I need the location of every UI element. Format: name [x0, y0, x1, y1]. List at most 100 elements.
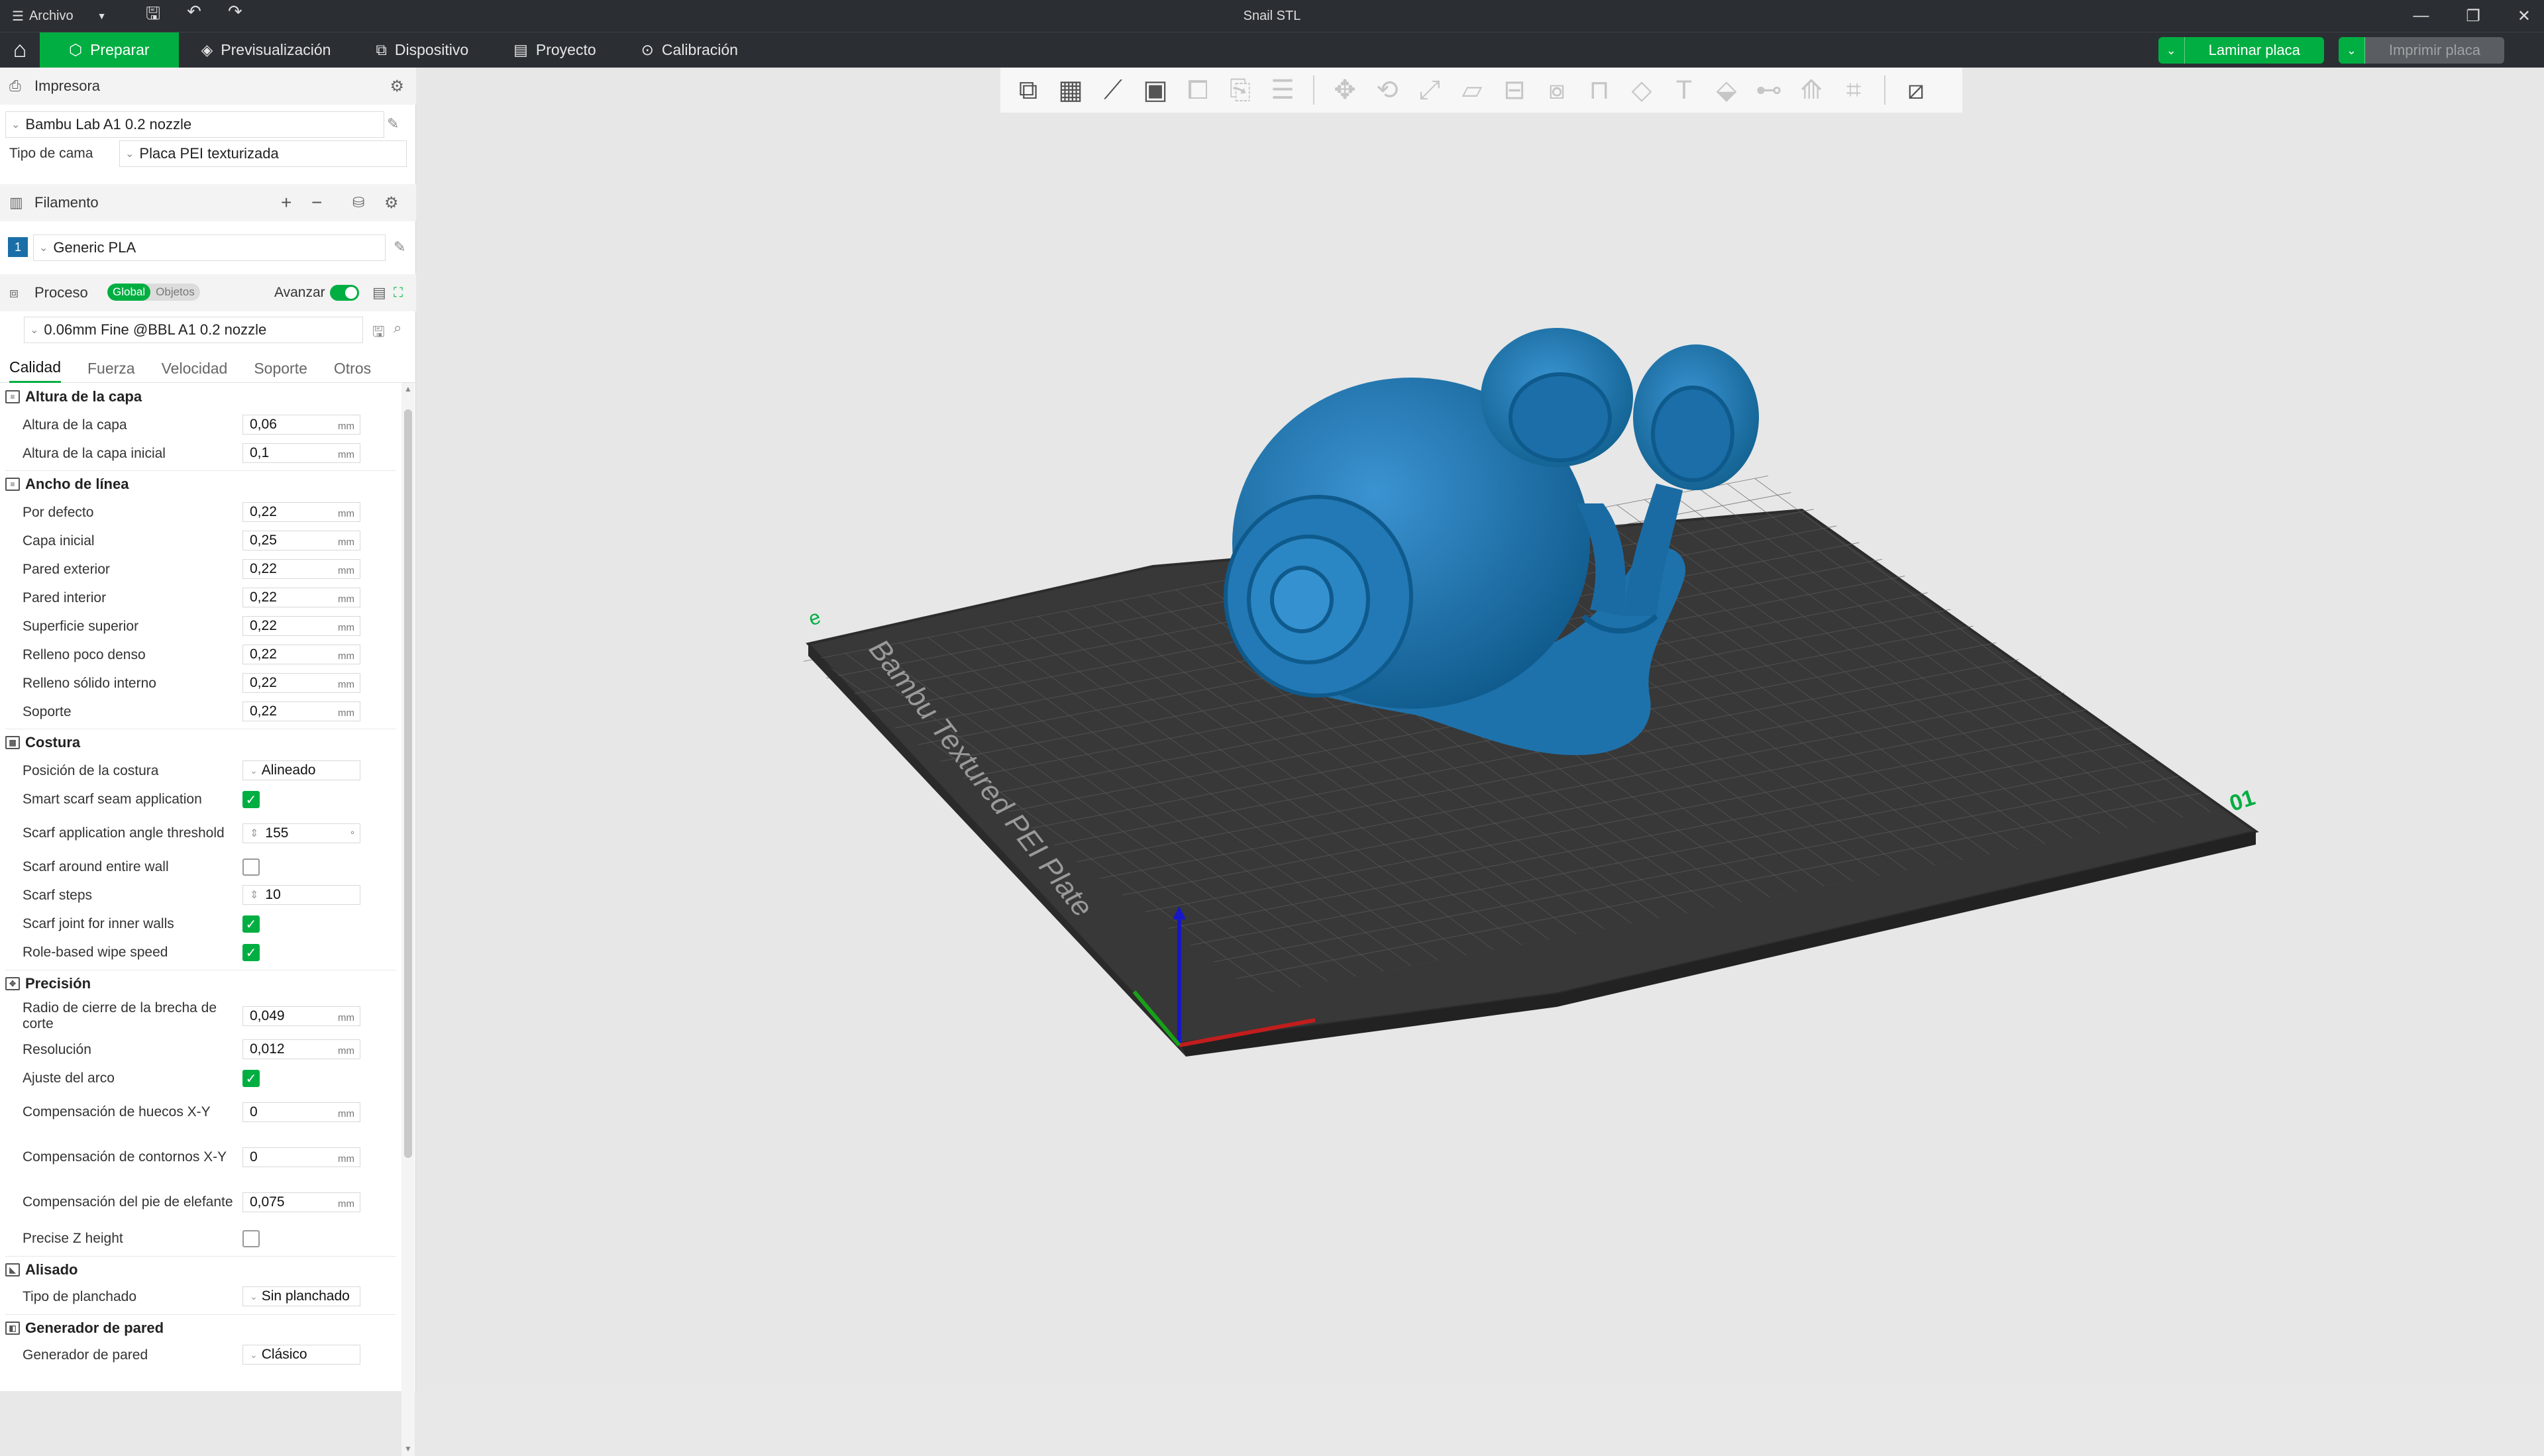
- 3d-viewport[interactable]: Bambu Textured PEI Plate 01 e: [417, 68, 2544, 1391]
- assembly-icon[interactable]: ⟰: [1790, 69, 1832, 111]
- chevron-down-icon[interactable]: ⌄: [2338, 37, 2365, 64]
- tab-proyecto[interactable]: ▤ Proyecto: [491, 32, 619, 68]
- gear-icon[interactable]: ⚙: [390, 77, 404, 96]
- slice-gap-input[interactable]: 0,049 mm: [242, 1006, 360, 1026]
- scope-toggle[interactable]: Global Objetos: [107, 284, 200, 301]
- add-plate-icon[interactable]: ▦: [1049, 69, 1092, 111]
- resolution-input[interactable]: 0,012 mm: [242, 1039, 360, 1059]
- boolean-icon[interactable]: ⧇: [1536, 69, 1578, 111]
- tab-otros[interactable]: Otros: [334, 354, 371, 383]
- elephant-foot-input[interactable]: 0,075 mm: [242, 1192, 360, 1212]
- chevron-up-icon[interactable]: ▲: [404, 384, 412, 393]
- undo-icon[interactable]: ↶: [187, 1, 201, 30]
- lay-on-face-icon[interactable]: ⏥: [1451, 69, 1493, 111]
- edit-icon[interactable]: ✎: [387, 115, 399, 132]
- redo-icon[interactable]: ↷: [228, 1, 242, 30]
- toggle-global[interactable]: Global: [107, 284, 151, 301]
- seam-paint-icon[interactable]: ◇: [1620, 69, 1663, 111]
- bed-type-select[interactable]: ⌄ Placa PEI texturizada: [119, 140, 407, 167]
- advanced-toggle[interactable]: [330, 285, 359, 301]
- scale-icon[interactable]: ⤢: [1408, 69, 1451, 111]
- scarf-inner-walls-checkbox[interactable]: ✓: [242, 915, 260, 933]
- tab-velocidad[interactable]: Velocidad: [162, 354, 228, 383]
- sidebar-scrollbar[interactable]: ▲ ▼: [401, 383, 415, 1456]
- layers-editor-icon[interactable]: ☰: [1261, 69, 1304, 111]
- measure-icon[interactable]: ⊷: [1748, 69, 1790, 111]
- tab-dispositivo[interactable]: ⧉ Dispositivo: [353, 32, 491, 68]
- search-icon[interactable]: ⌕: [394, 319, 401, 337]
- filament-slot-badge[interactable]: 1: [8, 237, 28, 257]
- line-width-solid-input[interactable]: 0,22 mm: [242, 673, 360, 693]
- spinner-icon[interactable]: ⇕: [250, 888, 258, 902]
- chevron-down-icon: ⌄: [125, 148, 134, 160]
- line-width-outer-input[interactable]: 0,22 mm: [242, 559, 360, 579]
- tab-calibracion[interactable]: ⊙ Calibración: [619, 32, 761, 68]
- close-icon[interactable]: ✕: [2518, 7, 2531, 26]
- tab-calidad[interactable]: Calidad: [9, 354, 61, 383]
- paste-icon[interactable]: ⎘: [1219, 69, 1261, 111]
- gear-icon[interactable]: ⚙: [384, 193, 399, 213]
- wall-generator-select[interactable]: ⌄ Clásico: [242, 1345, 360, 1365]
- line-width-default-input[interactable]: 0,22 mm: [242, 502, 360, 522]
- filament-select[interactable]: ⌄ Generic PLA: [33, 234, 386, 261]
- scarf-steps-input[interactable]: ⇕ 10: [242, 885, 360, 905]
- line-width-initial-input[interactable]: 0,25 mm: [242, 531, 360, 550]
- line-width-sparse-input[interactable]: 0,22 mm: [242, 645, 360, 664]
- printer-select[interactable]: ⌄ Bambu Lab A1 0.2 nozzle: [5, 111, 384, 138]
- scarf-entire-wall-checkbox[interactable]: [242, 858, 260, 876]
- ironing-type-select[interactable]: ⌄ Sin planchado: [242, 1286, 360, 1306]
- param-label: Relleno poco denso: [23, 647, 146, 662]
- scrollbar-thumb[interactable]: [404, 409, 412, 1158]
- add-icon[interactable]: +: [281, 192, 292, 213]
- chevron-down-icon[interactable]: ⌄: [2158, 37, 2185, 64]
- support-paint-icon[interactable]: ⊓: [1578, 69, 1620, 111]
- initial-layer-height-input[interactable]: 0,1 mm: [242, 443, 360, 463]
- chevron-down-icon[interactable]: ▼: [404, 1444, 412, 1453]
- edit-icon[interactable]: ✎: [394, 238, 405, 256]
- minimize-icon[interactable]: —: [2413, 7, 2429, 25]
- add-object-icon[interactable]: ⧉: [1007, 69, 1049, 111]
- auto-orient-icon[interactable]: ⟋: [1092, 69, 1134, 111]
- file-menu[interactable]: ☰ Archivo ▼: [0, 8, 126, 25]
- smart-scarf-checkbox[interactable]: ✓: [242, 791, 260, 808]
- remove-icon[interactable]: −: [311, 192, 322, 213]
- tab-preparar[interactable]: ⬡ Preparar: [40, 32, 179, 68]
- sync-icon[interactable]: ⛁: [352, 194, 364, 211]
- layer-height-input[interactable]: 0,06 mm: [242, 415, 360, 435]
- arc-fitting-checkbox[interactable]: ✓: [242, 1070, 260, 1087]
- process-preset-select[interactable]: ⌄ 0.06mm Fine @BBL A1 0.2 nozzle: [24, 317, 363, 343]
- split-objects-icon[interactable]: ⧄: [1895, 69, 1937, 111]
- restore-icon[interactable]: ❐: [2466, 7, 2480, 26]
- rotate-icon[interactable]: ⟲: [1366, 69, 1408, 111]
- precise-z-checkbox[interactable]: [242, 1230, 260, 1247]
- tab-fuerza[interactable]: Fuerza: [87, 354, 135, 383]
- compare-icon[interactable]: ▤: [372, 284, 386, 301]
- spinner-icon[interactable]: ⇕: [250, 827, 258, 840]
- tab-soporte[interactable]: Soporte: [254, 354, 307, 383]
- save-icon[interactable]: 🖫: [146, 1, 160, 30]
- save-icon[interactable]: 🖫: [372, 321, 385, 346]
- line-width-inner-input[interactable]: 0,22 mm: [242, 588, 360, 607]
- slice-plate-button[interactable]: ⌄ Laminar placa: [2158, 37, 2324, 64]
- param-row: Pared exterior 0,22 mm: [23, 556, 394, 583]
- text-icon[interactable]: T: [1663, 69, 1705, 111]
- print-plate-button[interactable]: ⌄ Imprimir placa: [2338, 37, 2504, 64]
- cut-icon[interactable]: ⊟: [1493, 69, 1536, 111]
- xy-contour-input[interactable]: 0 mm: [242, 1147, 360, 1167]
- copy-icon[interactable]: ⧠: [1177, 69, 1219, 111]
- tab-previsualizacion[interactable]: ◈ Previsualización: [179, 32, 354, 68]
- xy-hole-input[interactable]: 0 mm: [242, 1102, 360, 1122]
- split-icon[interactable]: ⛶: [394, 286, 403, 301]
- home-icon[interactable]: ⌂: [0, 32, 40, 68]
- scarf-angle-input[interactable]: ⇕ 155 °: [242, 823, 360, 843]
- seam-position-select[interactable]: ⌄ Alineado: [242, 760, 360, 780]
- viewport-toolbar: ⧉ ▦ ⟋ ▣ ⧠ ⎘ ☰ ✥ ⟲ ⤢ ⏥ ⊟ ⧇ ⊓ ◇ T ⬙ ⊷ ⟰ ⌗ …: [1000, 68, 1962, 113]
- bounding-box-icon[interactable]: ⌗: [1832, 69, 1875, 111]
- line-width-top-input[interactable]: 0,22 mm: [242, 616, 360, 636]
- color-paint-icon[interactable]: ⬙: [1705, 69, 1748, 111]
- line-width-support-input[interactable]: 0,22 mm: [242, 702, 360, 721]
- role-wipe-speed-checkbox[interactable]: ✓: [242, 944, 260, 961]
- arrange-icon[interactable]: ▣: [1134, 69, 1177, 111]
- toggle-objects[interactable]: Objetos: [150, 284, 200, 301]
- move-icon[interactable]: ✥: [1324, 69, 1366, 111]
